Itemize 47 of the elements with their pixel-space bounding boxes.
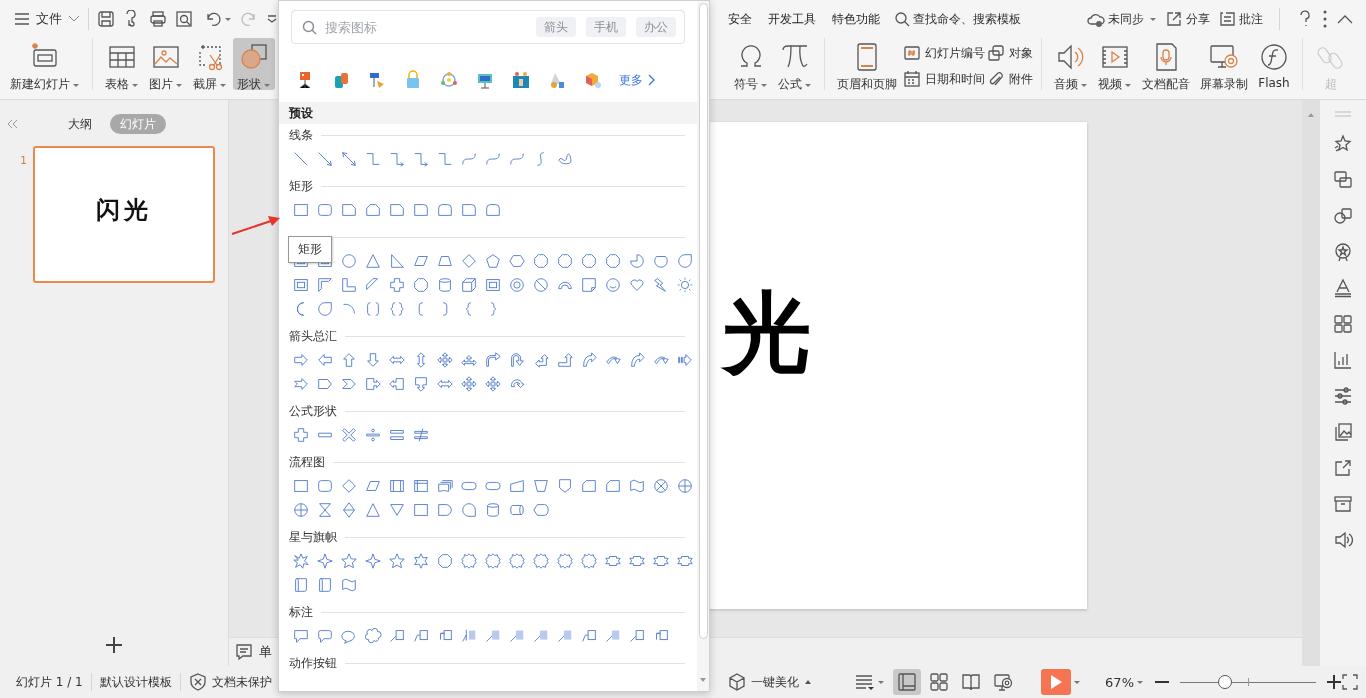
comment-button[interactable]: 批注 bbox=[1218, 6, 1263, 32]
notes-field[interactable]: 单 bbox=[235, 643, 272, 661]
date-time-tool[interactable]: 日期和时间 bbox=[903, 68, 985, 90]
category-label: 线条 bbox=[289, 126, 313, 144]
template-button[interactable]: 默认设计模板 bbox=[91, 673, 180, 691]
slide-count: 幻灯片 1 / 1 bbox=[15, 673, 84, 691]
tooltip: 矩形 bbox=[288, 236, 332, 263]
video-tool[interactable]: 视频 bbox=[1094, 38, 1136, 90]
share-button[interactable]: 分享 bbox=[1165, 6, 1210, 32]
flash-tool[interactable]: Flash bbox=[1254, 38, 1294, 90]
slide-thumbnail[interactable]: 闪光 bbox=[33, 146, 215, 283]
ribbon-tab[interactable]: 特色功能 bbox=[824, 6, 888, 32]
category-label: 标注 bbox=[289, 603, 313, 621]
section-title: 预设 bbox=[289, 104, 313, 122]
category-label: 流程图 bbox=[289, 453, 325, 471]
more-link[interactable]: 更多 bbox=[619, 71, 656, 89]
new-slide-tool[interactable]: 新建幻灯片 bbox=[6, 38, 84, 90]
category-label: 矩形 bbox=[289, 177, 313, 195]
beautify-button[interactable]: 一键美化 bbox=[720, 673, 820, 691]
symbol-tool[interactable]: 符号 bbox=[730, 38, 772, 90]
screenshot-tool[interactable]: 截屏 bbox=[189, 38, 231, 90]
category-label: 公式形状 bbox=[289, 402, 337, 420]
category-label: 动作按钮 bbox=[289, 654, 337, 672]
audio-tool[interactable]: 音频 bbox=[1050, 38, 1092, 90]
command-search[interactable]: 查找命令、搜索模板 bbox=[888, 6, 1027, 32]
panel-tab[interactable]: 大纲 bbox=[58, 114, 102, 134]
ribbon-tab[interactable]: 开发工具 bbox=[760, 6, 824, 32]
file-menu[interactable]: 文件 bbox=[14, 6, 80, 32]
picture-tool[interactable]: 图片 bbox=[145, 38, 187, 90]
formula-tool[interactable]: 公式 bbox=[774, 38, 816, 90]
category-label: 星与旗帜 bbox=[289, 528, 337, 546]
shape-tool[interactable]: 形状 bbox=[233, 38, 275, 90]
slide-number-tool[interactable]: 幻灯片编号 bbox=[903, 42, 985, 64]
slide-title: 光 bbox=[722, 290, 811, 378]
object-tool[interactable]: 对象 bbox=[987, 42, 1033, 64]
header-footer-tool[interactable]: 页眉和页脚 bbox=[833, 38, 901, 90]
voiceover-tool[interactable]: 文档配音 bbox=[1138, 38, 1194, 90]
zoom-level-button[interactable]: 67% bbox=[1105, 674, 1144, 690]
screen-record-tool[interactable]: 屏幕录制 bbox=[1196, 38, 1252, 90]
attachment-tool[interactable]: 附件 bbox=[987, 68, 1033, 90]
slide-title: 闪光 bbox=[96, 196, 152, 225]
category-label: 箭头总汇 bbox=[289, 327, 337, 345]
ribbon-tab[interactable]: 安全 bbox=[720, 6, 760, 32]
sync-button[interactable]: 未同步 bbox=[1087, 6, 1157, 32]
table-tool[interactable]: 表格 bbox=[101, 38, 143, 90]
slide-number: 1 bbox=[20, 153, 27, 167]
protection-button[interactable]: 文档未保护 bbox=[180, 673, 280, 691]
